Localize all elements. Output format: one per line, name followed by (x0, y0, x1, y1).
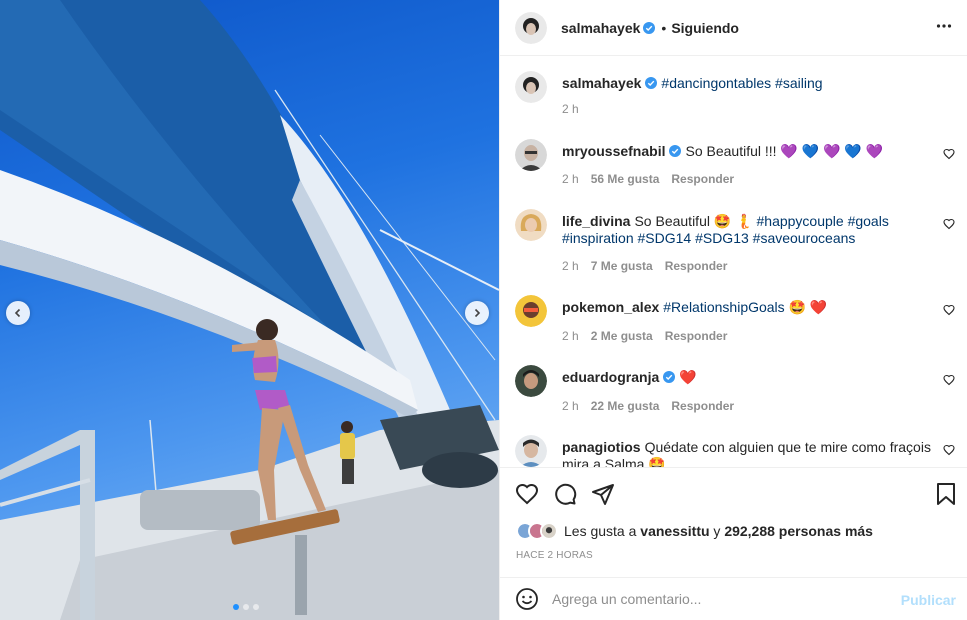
carousel-indicator (233, 604, 259, 610)
comment-body: So Beautiful 🤩 🧜 (634, 213, 753, 229)
reply-button[interactable]: Responder (671, 399, 734, 413)
comment-body: So Beautiful !!! 💜 💙 💜 💙 💜 (685, 143, 884, 159)
bookmark-icon[interactable] (935, 482, 957, 506)
comment-username[interactable]: mryoussefnabil (562, 143, 665, 159)
comment-username[interactable]: panagiotios (562, 439, 641, 455)
comment-likes[interactable]: 7 Me gusta (591, 259, 653, 273)
share-icon[interactable] (591, 482, 615, 506)
comment-input[interactable] (552, 591, 882, 607)
comment-username[interactable]: pokemon_alex (562, 299, 659, 315)
caption-username[interactable]: salmahayek (562, 75, 641, 91)
commenter-avatar[interactable] (515, 365, 547, 397)
reply-button[interactable]: Responder (665, 329, 728, 343)
author-avatar[interactable] (515, 11, 547, 44)
comment-meta: 2 h 2 Me gusta Responder (562, 329, 727, 343)
comment-icon[interactable] (553, 482, 577, 506)
comment-likes[interactable]: 56 Me gusta (591, 172, 660, 186)
comment-meta: 2 h 56 Me gusta Responder (562, 172, 734, 186)
carousel-dot (253, 604, 259, 610)
post-timestamp[interactable]: HACE 2 HORAS (516, 550, 593, 561)
comment-body: ❤️ (679, 369, 697, 385)
reply-button[interactable]: Responder (665, 259, 728, 273)
comment-time: 2 h (562, 399, 579, 413)
chevron-right-icon (474, 308, 481, 318)
likes-and: y (713, 523, 721, 539)
verified-badge-icon (643, 21, 656, 34)
comment-meta: 2 h 22 Me gusta Responder (562, 399, 734, 413)
heart-icon[interactable] (943, 218, 955, 230)
comment-username[interactable]: life_divina (562, 213, 630, 229)
following-button[interactable]: Siguiendo (671, 20, 739, 36)
heart-icon[interactable] (515, 482, 539, 506)
comment-time: 2 h (562, 259, 579, 273)
likes-prefix: Les gusta a (564, 523, 637, 539)
caption-time: 2 h (562, 102, 579, 116)
liker-avatar[interactable] (540, 522, 558, 540)
comment-time: 2 h (562, 329, 579, 343)
heart-icon[interactable] (943, 304, 955, 316)
comment-text: life_divina So Beautiful 🤩 🧜 #happycouple… (562, 213, 932, 247)
caption-meta: 2 h (562, 102, 579, 116)
reply-button[interactable]: Responder (671, 172, 734, 186)
heart-icon[interactable] (943, 148, 955, 160)
carousel-dot (243, 604, 249, 610)
commenter-avatar[interactable] (515, 139, 547, 171)
commenter-avatar[interactable] (515, 295, 547, 327)
post-actions: Les gusta a vanessittu y 292,288 persona… (500, 467, 967, 577)
comment-text: pokemon_alex #RelationshipGoals 🤩 ❤️ (562, 299, 932, 316)
verified-badge-icon (645, 77, 658, 89)
header-separator: • (661, 19, 667, 36)
post-sidebar: salmahayek • Siguiendo salmahayek #dancin… (499, 0, 967, 620)
carousel-dot-active (233, 604, 239, 610)
author-avatar[interactable] (515, 71, 547, 103)
comments-list: salmahayek #dancingontables #sailing 2 h … (500, 57, 967, 467)
commenter-avatar[interactable] (515, 209, 547, 241)
verified-badge-icon (663, 371, 676, 383)
heart-icon[interactable] (943, 444, 955, 456)
likes-summary: Les gusta a vanessittu y 292,288 persona… (516, 522, 873, 540)
avatar-image (515, 11, 547, 44)
comment-likes[interactable]: 22 Me gusta (591, 399, 660, 413)
avatar-image (515, 139, 547, 171)
emoji-icon[interactable] (515, 587, 539, 611)
liker-username[interactable]: vanessittu (640, 523, 709, 539)
caption-text: salmahayek #dancingontables #sailing (562, 75, 932, 92)
comment-text: panagiotios Quédate con alguien que te mi… (562, 439, 932, 467)
comment-username[interactable]: eduardogranja (562, 369, 659, 385)
previous-image-button[interactable] (6, 301, 30, 325)
caption-hashtags[interactable]: #dancingontables #sailing (661, 75, 822, 91)
comment-hashtags[interactable]: #RelationshipGoals (663, 299, 784, 315)
verified-badge-icon (669, 145, 682, 157)
publish-button[interactable]: Publicar (901, 592, 956, 608)
comment-meta: 2 h 7 Me gusta Responder (562, 259, 727, 273)
comment-time: 2 h (562, 172, 579, 186)
author-username[interactable]: salmahayek (561, 20, 640, 36)
comment-body: 🤩 ❤️ (788, 299, 828, 315)
post-photo[interactable] (0, 0, 499, 620)
likes-count[interactable]: 292,288 personas más (724, 523, 873, 539)
post-header: salmahayek • Siguiendo (500, 0, 967, 56)
avatar-image (515, 71, 547, 103)
add-comment-bar: Publicar (500, 577, 967, 620)
avatar-image (515, 435, 547, 467)
sailing-photo-illustration (0, 0, 499, 620)
likes-text: Les gusta a vanessittu y 292,288 persona… (564, 523, 873, 539)
more-options-icon[interactable] (936, 18, 952, 34)
chevron-left-icon (14, 308, 21, 318)
next-image-button[interactable] (465, 301, 489, 325)
commenter-avatar[interactable] (515, 435, 547, 467)
comment-text: mryoussefnabil So Beautiful !!! 💜 💙 💜 💙 💜 (562, 143, 932, 160)
comment-likes[interactable]: 2 Me gusta (591, 329, 653, 343)
comment-text: eduardogranja ❤️ (562, 369, 932, 386)
avatar-image (515, 209, 547, 241)
avatar-image (515, 365, 547, 397)
avatar-image (515, 295, 547, 327)
heart-icon[interactable] (943, 374, 955, 386)
